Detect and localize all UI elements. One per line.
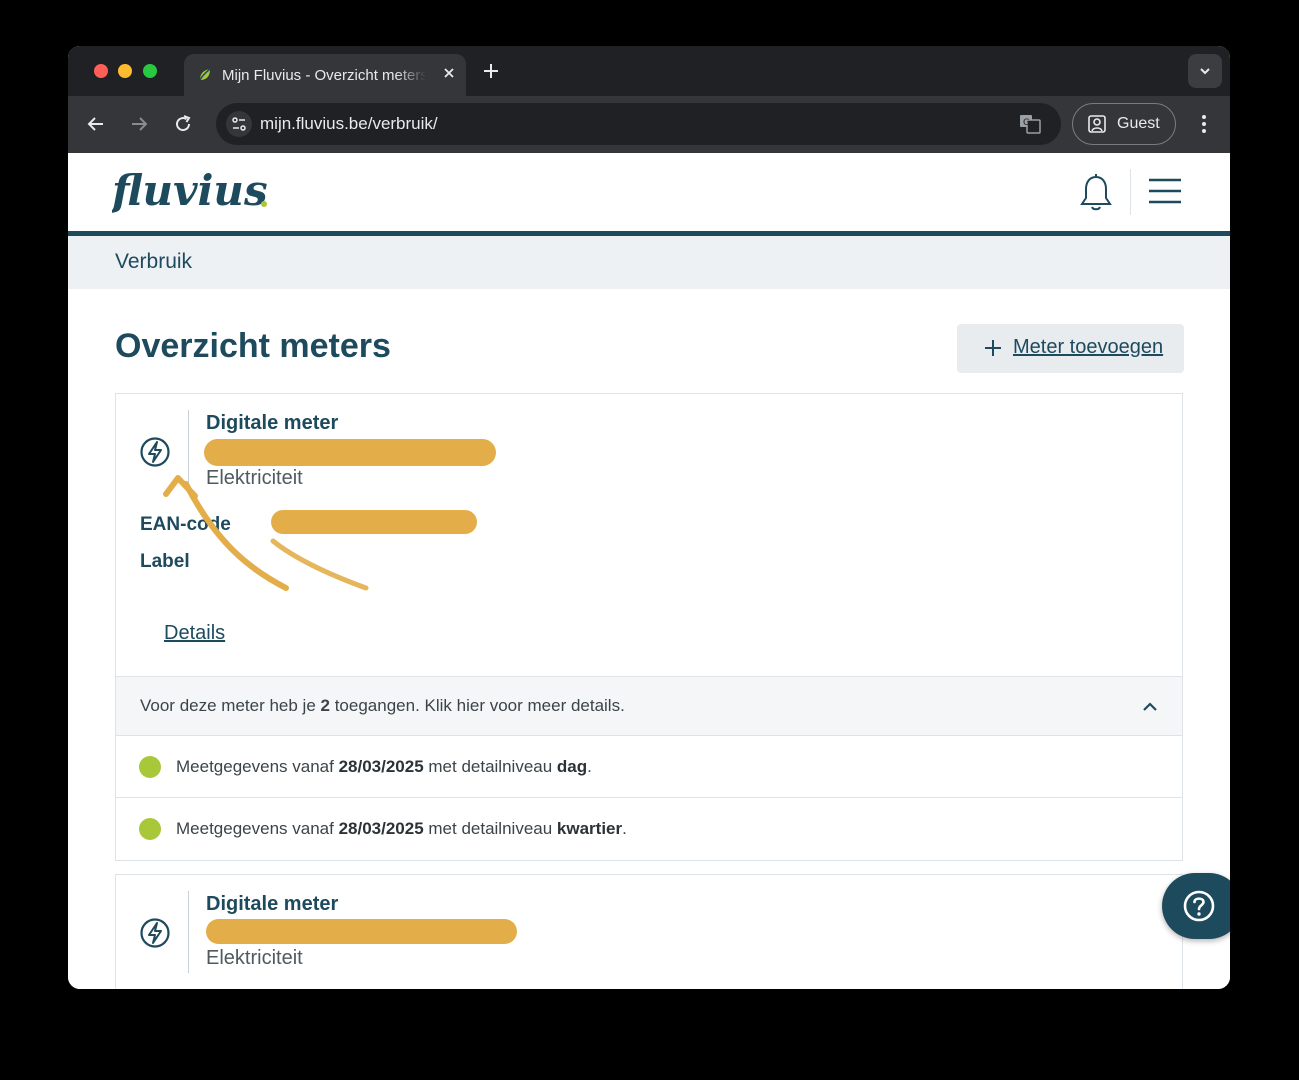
close-tab-icon[interactable] (440, 64, 458, 82)
fluvius-logo[interactable]: fluvius (112, 163, 272, 223)
access-row: Meetgegevens vanaf 28/03/2025 met detail… (116, 798, 1182, 860)
redacted-ean-code (271, 510, 477, 534)
profile-button[interactable]: Guest (1072, 103, 1176, 145)
more-menu-icon[interactable] (1192, 112, 1216, 136)
status-dot-icon (139, 818, 161, 840)
details-link[interactable]: Details (164, 622, 225, 645)
add-meter-button[interactable]: Meter toevoegen (957, 324, 1184, 373)
close-window-button[interactable] (94, 64, 108, 78)
ean-code-label: EAN-code (140, 514, 231, 535)
translate-icon[interactable]: G (1019, 113, 1041, 135)
lightning-icon (140, 437, 170, 467)
chevron-up-icon[interactable] (1140, 697, 1160, 717)
plus-icon (985, 340, 1001, 356)
status-dot-icon (139, 756, 161, 778)
meter-type: Digitale meter (206, 893, 339, 915)
fluvius-favicon-icon (199, 68, 211, 81)
browser-window: Mijn Fluvius - Overzicht meters mijn.flu… (68, 46, 1230, 989)
menu-hamburger-icon[interactable] (1148, 177, 1182, 205)
browser-toolbar: mijn.fluvius.be/verbruik/ G Guest (68, 96, 1230, 153)
breadcrumb-bar: Verbruik (68, 236, 1230, 289)
lightning-icon (140, 918, 170, 948)
question-mark-icon (1183, 890, 1215, 922)
chevron-down-icon (1200, 68, 1210, 75)
vertical-divider (188, 410, 189, 492)
meter-card: Digitale meter Elektriciteit (115, 874, 1183, 989)
reload-icon[interactable] (171, 112, 195, 136)
back-arrow-icon[interactable] (84, 112, 108, 136)
breadcrumb[interactable]: Verbruik (115, 250, 192, 274)
site-settings-icon[interactable] (226, 111, 252, 137)
meter-card: Digitale meter Elektriciteit EAN-code La… (115, 393, 1183, 861)
tab-title: Mijn Fluvius - Overzicht meters (222, 67, 426, 84)
address-bar[interactable]: mijn.fluvius.be/verbruik/ G (216, 103, 1061, 145)
svg-text:fluvius: fluvius (112, 166, 268, 215)
svg-text:G: G (1023, 118, 1030, 128)
tab-search-button[interactable] (1188, 54, 1222, 88)
profile-label: Guest (1117, 115, 1160, 132)
minimize-window-button[interactable] (118, 64, 132, 78)
page-title: Overzicht meters (115, 327, 391, 365)
web-page: fluvius Verbruik Overzicht meters Meter … (68, 153, 1230, 989)
access-summary-text: Voor deze meter heb je 2 toegangen. Klik… (140, 696, 625, 715)
browser-tab[interactable]: Mijn Fluvius - Overzicht meters (184, 54, 466, 96)
access-text: Meetgegevens vanaf 28/03/2025 met detail… (176, 819, 627, 838)
header-divider (1130, 169, 1131, 215)
tab-bar: Mijn Fluvius - Overzicht meters (68, 46, 1230, 96)
forward-arrow-icon[interactable] (127, 112, 151, 136)
redacted-meter-number (206, 919, 517, 944)
url-path: /verbruik/ (367, 114, 438, 133)
meter-kind: Elektriciteit (206, 947, 303, 969)
person-icon (1088, 115, 1106, 133)
meter-type: Digitale meter (206, 412, 339, 434)
notification-bell-icon[interactable] (1078, 173, 1114, 213)
vertical-divider (188, 891, 189, 973)
access-count: 2 (320, 696, 330, 715)
access-text: Meetgegevens vanaf 28/03/2025 met detail… (176, 757, 592, 776)
redacted-meter-number (204, 439, 496, 466)
help-button[interactable] (1162, 873, 1230, 939)
add-meter-label: Meter toevoegen (1013, 336, 1164, 358)
new-tab-icon[interactable] (480, 60, 502, 82)
maximize-window-button[interactable] (143, 64, 157, 78)
site-header: fluvius (68, 153, 1230, 236)
label-label: Label (140, 551, 190, 572)
url-host: mijn.fluvius.be (260, 114, 368, 133)
access-summary-toggle[interactable]: Voor deze meter heb je 2 toegangen. Klik… (116, 676, 1182, 736)
access-row: Meetgegevens vanaf 28/03/2025 met detail… (116, 736, 1182, 798)
url-text: mijn.fluvius.be/verbruik/ (260, 114, 438, 134)
meter-kind: Elektriciteit (206, 467, 303, 489)
